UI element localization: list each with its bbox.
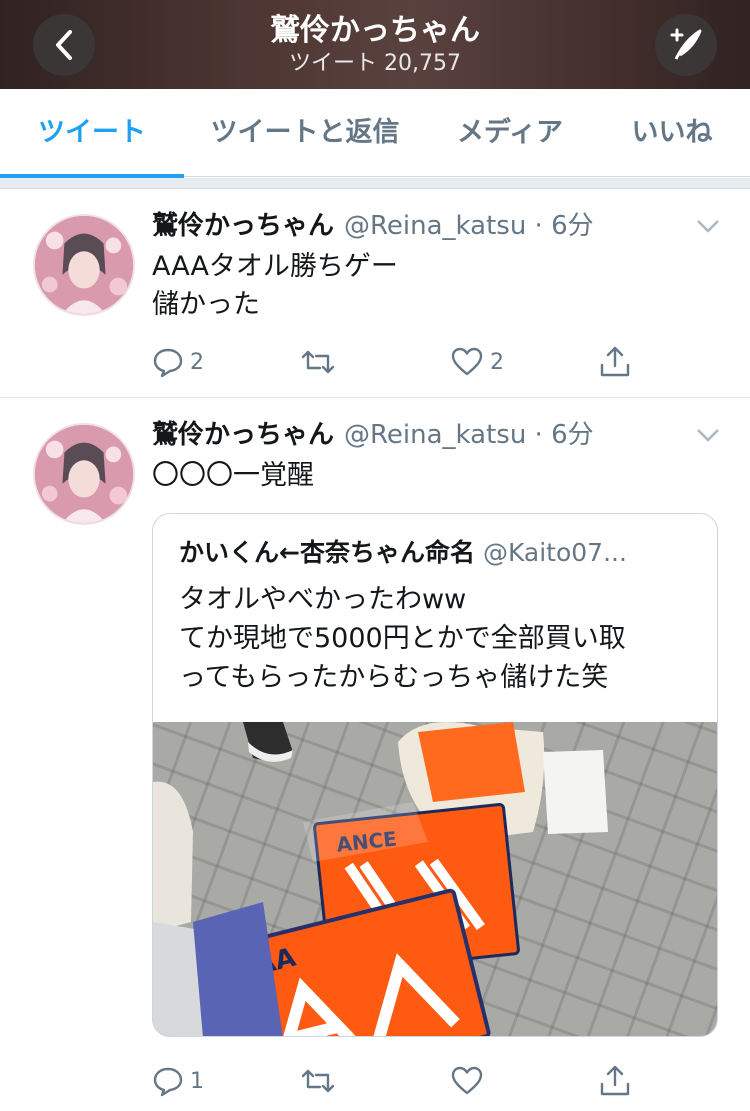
tweet-author-meta: @Reina_katsu · 6分 — [344, 211, 594, 241]
profile-tabs: ツイート ツイートと返信 メディア いいね — [0, 89, 750, 178]
tweet[interactable]: 鷲伶かっちゃん @Reina_katsu · 6分 〇〇〇一覚醒 かいくん←杏奈ち… — [0, 399, 750, 1111]
reply-count: 1 — [190, 1068, 204, 1094]
section-divider — [0, 178, 750, 189]
reply-icon — [153, 348, 183, 378]
retweet-icon — [301, 1069, 335, 1093]
reply-button[interactable]: 2 — [152, 342, 204, 382]
photo-towels-image: ANCE AAA — [153, 722, 608, 1036]
tweet-text: 〇〇〇一覚醒 — [152, 460, 314, 491]
reply-icon — [153, 1067, 183, 1097]
tab-tweets-and-replies[interactable]: ツイートと返信 — [184, 89, 426, 177]
tab-tweets[interactable]: ツイート — [0, 89, 184, 178]
tab-likes[interactable]: いいね — [594, 89, 750, 177]
share-button[interactable] — [598, 1061, 632, 1101]
compose-icon — [670, 28, 702, 60]
tweet-count: ツイート 20,757 — [289, 51, 461, 76]
compose-button[interactable] — [655, 14, 717, 76]
retweet-icon — [301, 350, 335, 374]
tweet-author-name[interactable]: 鷲伶かっちゃん — [152, 420, 334, 450]
reply-count: 2 — [190, 349, 204, 375]
profile-header: 鷲伶かっちゃん ツイート 20,757 — [0, 0, 750, 89]
tweet[interactable]: 鷲伶かっちゃん @Reina_katsu · 6分 AAAタオル勝ちゲー 儲かった… — [0, 190, 750, 398]
tweet-actions: 2 2 — [152, 342, 652, 382]
tweet-actions: 1 — [152, 1061, 652, 1101]
avatar[interactable] — [33, 214, 135, 316]
retweet-button[interactable] — [300, 1061, 342, 1101]
quoted-tweet-photo[interactable]: ANCE AAA — [153, 722, 717, 1036]
like-button[interactable] — [450, 1061, 490, 1101]
quoted-tweet-text: タオルやべかったわww てか現地で5000円とかで全部買い取 ってもらったからむ… — [179, 584, 626, 693]
retweet-button[interactable] — [300, 342, 342, 382]
like-button[interactable]: 2 — [450, 342, 504, 382]
tweet-text: AAAタオル勝ちゲー 儲かった — [152, 251, 398, 320]
profile-name: 鷲伶かっちゃん — [270, 13, 480, 48]
like-icon — [451, 1066, 483, 1095]
share-icon — [600, 346, 630, 377]
like-count: 2 — [490, 349, 504, 375]
avatar-image — [35, 216, 133, 314]
share-button[interactable] — [598, 342, 632, 382]
tab-media[interactable]: メディア — [426, 89, 594, 177]
avatar-image — [35, 425, 133, 523]
chevron-down-icon[interactable] — [694, 425, 722, 445]
avatar[interactable] — [33, 423, 135, 525]
share-icon — [600, 1065, 630, 1096]
tweet-author-meta: @Reina_katsu · 6分 — [344, 420, 594, 450]
quoted-author-name: かいくん←杏奈ちゃん命名 — [179, 538, 475, 567]
tweet-author-name[interactable]: 鷲伶かっちゃん — [152, 211, 334, 241]
like-icon — [451, 347, 483, 376]
quoted-author-handle: @Kaito07... — [482, 538, 627, 567]
reply-button[interactable]: 1 — [152, 1061, 204, 1101]
chevron-down-icon[interactable] — [694, 216, 722, 236]
quoted-tweet[interactable]: かいくん←杏奈ちゃん命名 @Kaito07... タオルやべかったわww てか現地… — [152, 513, 718, 1037]
